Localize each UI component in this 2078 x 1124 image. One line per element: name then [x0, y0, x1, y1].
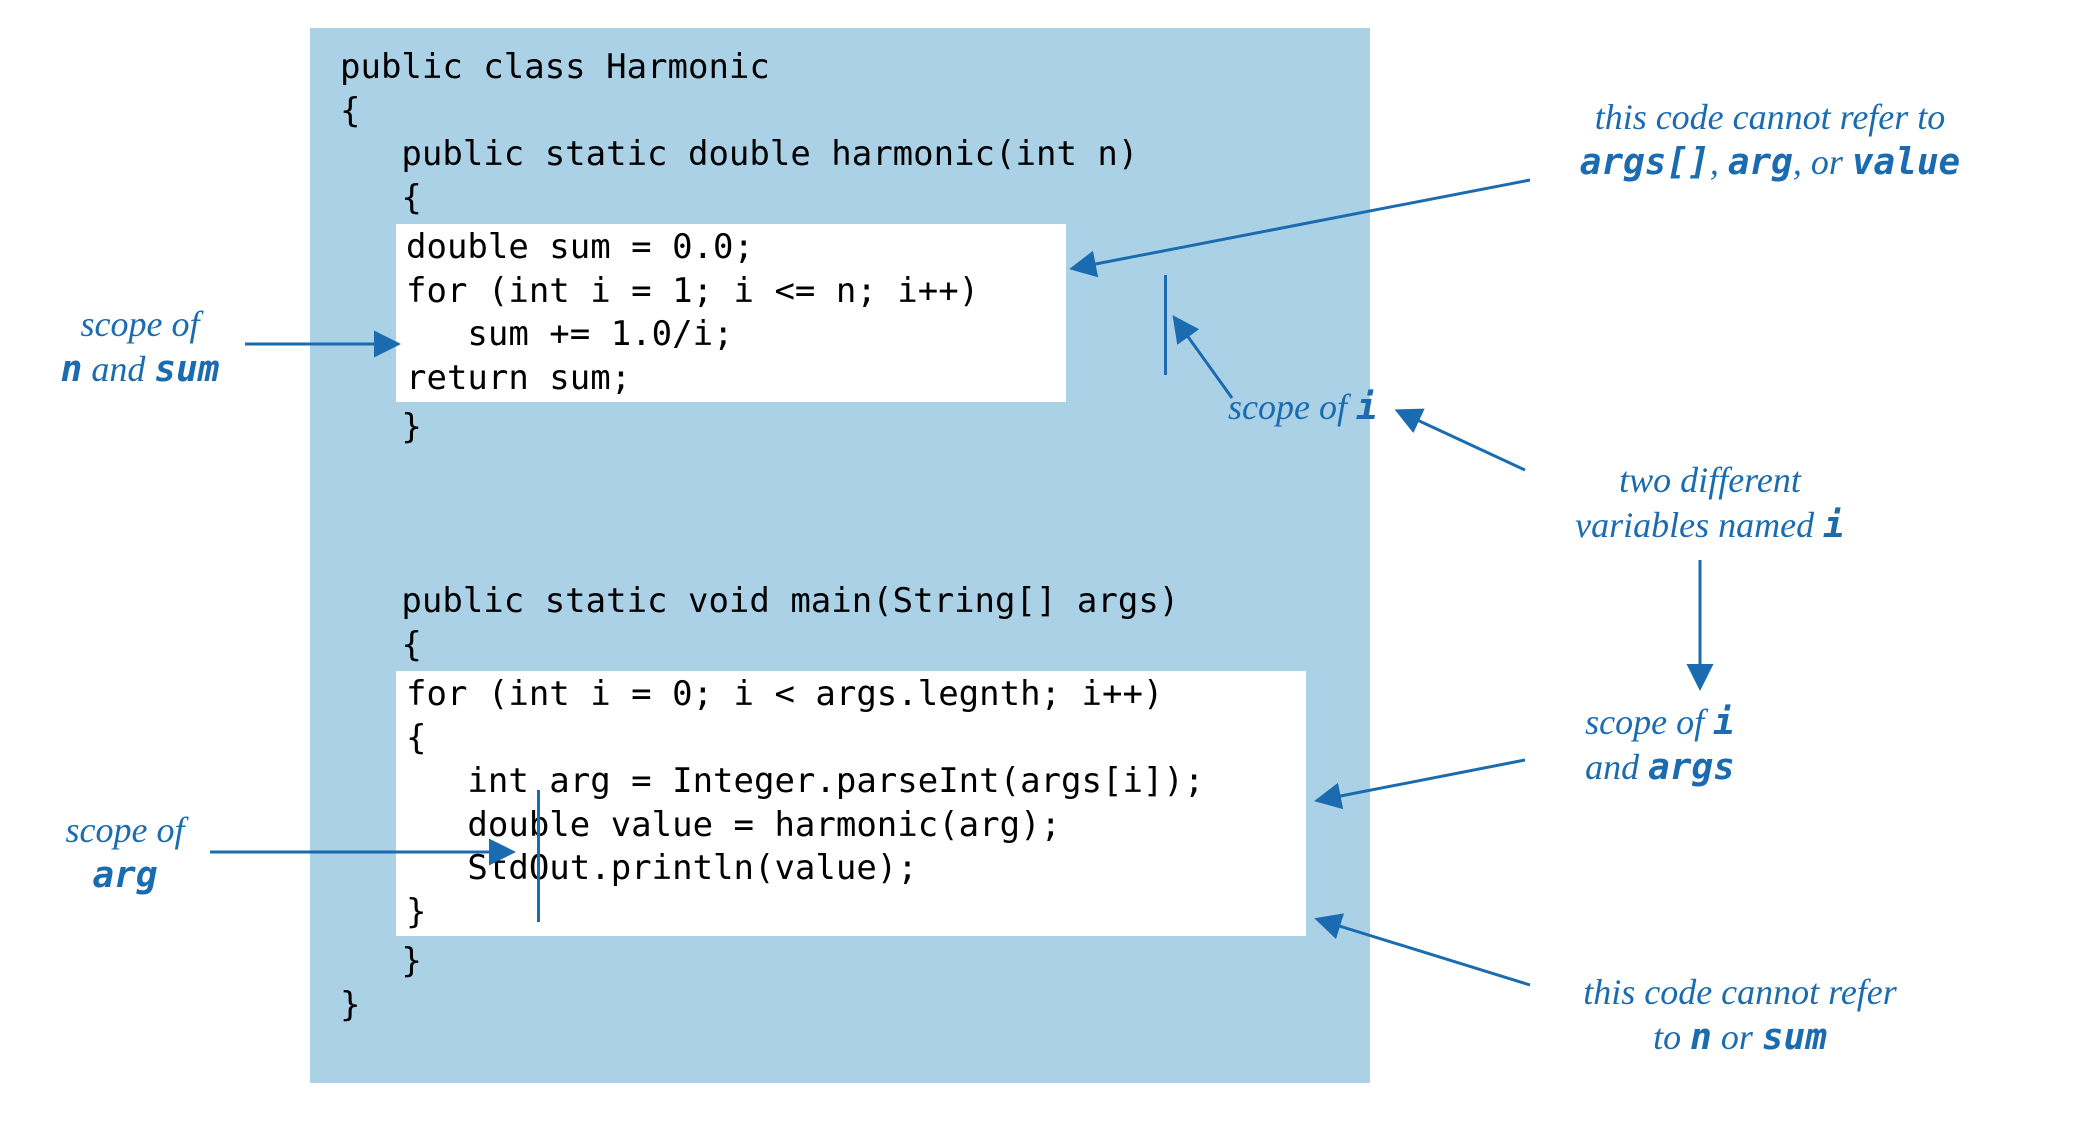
- scope-bar-i-top: [1164, 275, 1167, 375]
- code-line: [340, 493, 1340, 537]
- code-line: {: [406, 717, 1296, 761]
- label-code: sum: [154, 349, 219, 390]
- label-code: i: [1713, 702, 1735, 743]
- code-line: {: [340, 624, 1340, 668]
- code-line: [340, 537, 1340, 581]
- code-line: for (int i = 1; i <= n; i++): [406, 270, 1056, 314]
- label-code: sum: [1762, 1017, 1827, 1058]
- label-text: and: [82, 349, 154, 389]
- code-line: }: [340, 940, 1340, 984]
- code-line: public static double harmonic(int n): [340, 133, 1340, 177]
- label-text: scope of: [66, 810, 185, 850]
- scope-bar-arg: [537, 790, 540, 922]
- label-code: args[]: [1580, 142, 1710, 183]
- label-text: two different: [1619, 460, 1801, 500]
- code-background: public class Harmonic { public static do…: [310, 28, 1370, 1083]
- label-text: or: [1712, 1017, 1762, 1057]
- annotation-scope-n-sum: scope of n and sum: [30, 302, 250, 392]
- label-text: , or: [1793, 142, 1852, 182]
- label-text: this code cannot refer: [1583, 972, 1897, 1012]
- label-text: scope of: [1228, 387, 1356, 427]
- code-line: sum += 1.0/i;: [406, 313, 1056, 357]
- label-text: scope of: [81, 304, 200, 344]
- label-code: value: [1852, 142, 1960, 183]
- annotation-two-i: two different variables named i: [1500, 458, 1920, 548]
- label-code: i: [1823, 505, 1845, 546]
- code-line: public static void main(String[] args): [340, 580, 1340, 624]
- code-line: }: [340, 984, 1340, 1028]
- code-line: }: [340, 406, 1340, 450]
- code-line: {: [340, 177, 1340, 221]
- annotation-scope-i-top: scope of i: [1228, 385, 1448, 430]
- label-code: n: [61, 349, 83, 390]
- code-line: return sum;: [406, 357, 1056, 401]
- label-text: this code cannot refer to: [1595, 97, 1946, 137]
- main-body-box: for (int i = 0; i < args.legnth; i++) { …: [396, 671, 1306, 936]
- annotation-scope-arg: scope of arg: [35, 808, 215, 898]
- harmonic-body-box: double sum = 0.0; for (int i = 1; i <= n…: [396, 224, 1066, 402]
- label-text: to: [1653, 1017, 1690, 1057]
- label-code: arg: [92, 855, 157, 896]
- annotation-cannot-bot: this code cannot refer to n or sum: [1500, 970, 1980, 1060]
- label-text: variables named: [1575, 505, 1823, 545]
- annotation-cannot-top: this code cannot refer to args[], arg, o…: [1500, 95, 2040, 185]
- code-line: {: [340, 90, 1340, 134]
- label-code: arg: [1728, 142, 1793, 183]
- label-text: ,: [1710, 142, 1728, 182]
- code-line: double sum = 0.0;: [406, 226, 1056, 270]
- code-line: [340, 450, 1340, 494]
- label-code: args: [1648, 747, 1735, 788]
- code-line: for (int i = 0; i < args.legnth; i++): [406, 673, 1296, 717]
- label-text: scope of: [1585, 702, 1713, 742]
- code-line: public class Harmonic: [340, 46, 1340, 90]
- label-code: i: [1356, 387, 1378, 428]
- annotation-scope-i-args: scope of i and args: [1520, 700, 1800, 790]
- label-code: n: [1690, 1017, 1712, 1058]
- label-text: and: [1585, 747, 1648, 787]
